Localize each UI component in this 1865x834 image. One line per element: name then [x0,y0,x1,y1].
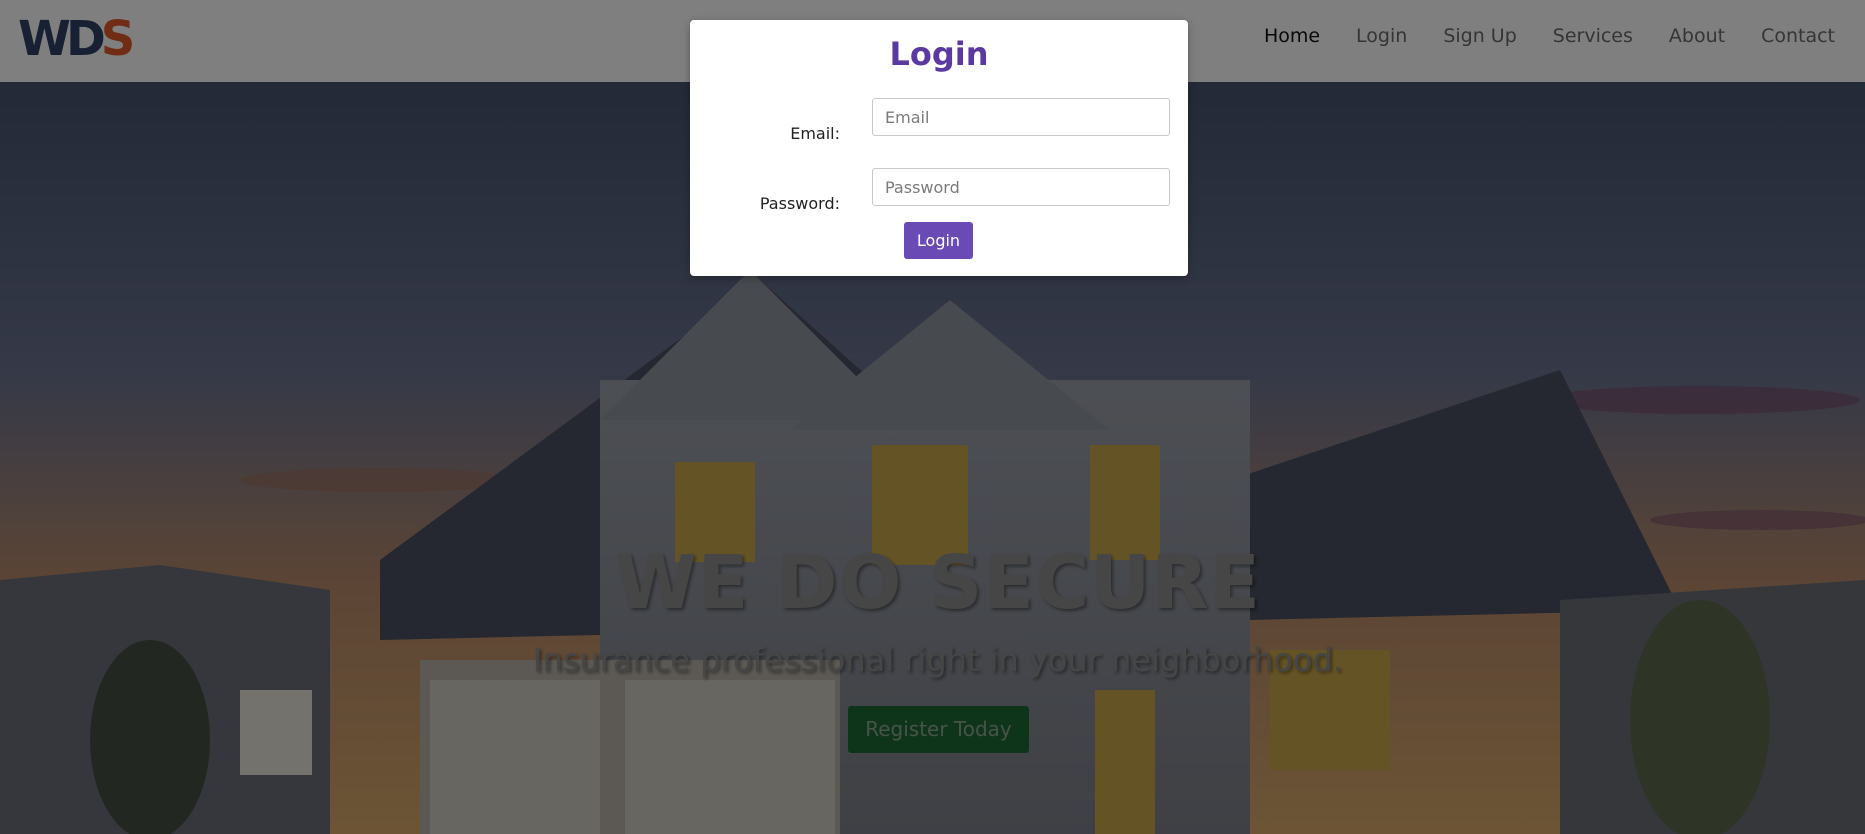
password-label: Password: [759,194,840,213]
password-field[interactable] [872,168,1170,206]
login-modal-title: Login [889,35,989,73]
email-field[interactable] [872,98,1170,136]
login-modal: Login Email: Password: Login [690,20,1188,276]
login-submit-button[interactable]: Login [904,222,973,259]
email-label: Email: [790,124,840,143]
